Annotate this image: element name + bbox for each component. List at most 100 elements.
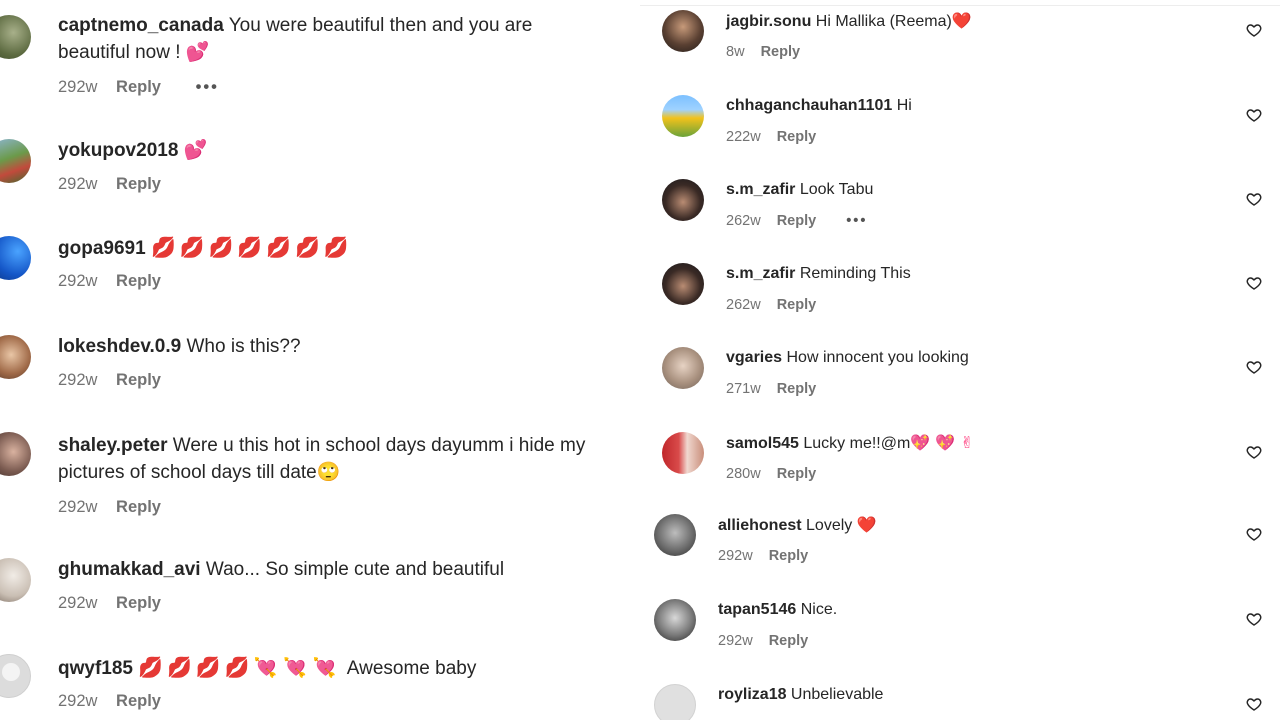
reply-button[interactable]: Reply bbox=[116, 498, 161, 516]
reply-button[interactable]: Reply bbox=[116, 272, 161, 290]
comment-body: vgaries How innocent you looking bbox=[726, 347, 969, 369]
comment-meta: 292w Reply bbox=[58, 498, 161, 517]
comment-body: s.m_zafir Look Tabu bbox=[726, 179, 873, 201]
reply-button[interactable]: Reply bbox=[777, 297, 817, 313]
comment-meta: 292w Reply bbox=[718, 548, 808, 564]
avatar[interactable] bbox=[662, 179, 704, 221]
sparkling-heart-emoji: 💖 💖 ✌ bbox=[910, 433, 974, 452]
comment-item: yokupov2018 💕 292w Reply bbox=[0, 137, 640, 207]
comment-body: qwyf185 💋💋💋💋💘💘💘 Awesome baby bbox=[58, 654, 632, 682]
like-heart-icon[interactable] bbox=[1246, 275, 1262, 291]
comment-text: Look Tabu bbox=[795, 181, 874, 198]
comment-username[interactable]: royliza18 bbox=[718, 686, 786, 703]
comment-timestamp: 292w bbox=[718, 633, 753, 649]
comment-username[interactable]: yokupov2018 bbox=[58, 140, 178, 161]
comment-username[interactable]: samol545 bbox=[726, 435, 799, 452]
avatar[interactable] bbox=[654, 599, 696, 641]
divider bbox=[640, 5, 1280, 6]
reply-button[interactable]: Reply bbox=[116, 692, 161, 710]
reply-button[interactable]: Reply bbox=[116, 594, 161, 612]
comment-username[interactable]: gopa9691 bbox=[58, 238, 146, 259]
comment-timestamp: 271w bbox=[726, 381, 761, 397]
comment-username[interactable]: captnemo_canada bbox=[58, 15, 224, 36]
reply-button[interactable]: Reply bbox=[777, 381, 817, 397]
comment-username[interactable]: jagbir.sonu bbox=[726, 13, 811, 30]
comment-text-continued: pictures of school days till date bbox=[58, 462, 317, 483]
comment-meta: 262w Reply bbox=[726, 297, 816, 313]
comment-username[interactable]: vgaries bbox=[726, 349, 782, 366]
avatar[interactable] bbox=[662, 10, 704, 52]
comment-text: Who is this?? bbox=[181, 336, 301, 357]
comment-username[interactable]: qwyf185 bbox=[58, 658, 133, 679]
avatar[interactable] bbox=[654, 514, 696, 556]
avatar[interactable] bbox=[0, 558, 31, 602]
comment-timestamp: 292w bbox=[58, 78, 98, 96]
comment-meta: 292w Reply bbox=[58, 371, 161, 390]
avatar[interactable] bbox=[0, 236, 31, 280]
avatar[interactable] bbox=[0, 432, 31, 476]
kiss-mark-emoji: 💋💋💋💋💋💋💋 bbox=[150, 235, 353, 259]
comment-username[interactable]: chhaganchauhan1101 bbox=[726, 97, 892, 114]
reply-button[interactable]: Reply bbox=[769, 633, 809, 649]
comment-timestamp: 262w bbox=[726, 213, 761, 229]
comment-username[interactable]: lokeshdev.0.9 bbox=[58, 336, 181, 357]
comment-text: Were u this hot in school days dayumm i … bbox=[167, 435, 586, 456]
reply-button[interactable]: Reply bbox=[769, 548, 809, 564]
comment-timestamp: 292w bbox=[58, 272, 98, 290]
comment-username[interactable]: shaley.peter bbox=[58, 435, 167, 456]
comment-text: Nice. bbox=[796, 601, 838, 618]
like-heart-icon[interactable] bbox=[1246, 444, 1262, 460]
comment-body: royliza18 Unbelievable bbox=[718, 684, 883, 706]
reply-button[interactable]: Reply bbox=[116, 371, 161, 389]
avatar[interactable] bbox=[662, 347, 704, 389]
like-heart-icon[interactable] bbox=[1246, 611, 1262, 627]
kiss-mark-emoji: 💋💋💋💋 bbox=[138, 655, 254, 679]
comment-text: Reminding This bbox=[795, 265, 911, 282]
avatar[interactable] bbox=[0, 15, 31, 59]
like-heart-icon[interactable] bbox=[1246, 22, 1262, 38]
comment-item: qwyf185 💋💋💋💋💘💘💘 Awesome baby 292w Reply bbox=[0, 654, 640, 720]
comment-item: captnemo_canada You were beautiful then … bbox=[0, 12, 640, 112]
like-heart-icon[interactable] bbox=[1246, 526, 1262, 542]
more-options-icon[interactable]: ••• bbox=[846, 213, 867, 229]
like-heart-icon[interactable] bbox=[1246, 359, 1262, 375]
reply-button[interactable]: Reply bbox=[777, 213, 817, 229]
like-heart-icon[interactable] bbox=[1246, 696, 1262, 712]
comment-username[interactable]: alliehonest bbox=[718, 517, 802, 534]
avatar[interactable] bbox=[662, 432, 704, 474]
more-options-icon[interactable]: ••• bbox=[196, 78, 219, 96]
comment-item: samol545 Lucky me!!@m💖 💖 ✌ 280w Reply bbox=[640, 432, 1280, 492]
comment-text: Hi Mallika (Reema) bbox=[811, 13, 952, 30]
reply-button[interactable]: Reply bbox=[777, 466, 817, 482]
comment-body: jagbir.sonu Hi Mallika (Reema)❤️ bbox=[726, 10, 972, 33]
comment-username[interactable]: s.m_zafir bbox=[726, 181, 795, 198]
like-heart-icon[interactable] bbox=[1246, 191, 1262, 207]
reply-button[interactable]: Reply bbox=[116, 78, 161, 96]
avatar[interactable] bbox=[0, 654, 31, 698]
comment-text-continued: beautiful now ! bbox=[58, 42, 186, 63]
comment-username[interactable]: s.m_zafir bbox=[726, 265, 795, 282]
like-heart-icon[interactable] bbox=[1246, 107, 1262, 123]
avatar[interactable] bbox=[662, 95, 704, 137]
avatar[interactable] bbox=[0, 139, 31, 183]
two-hearts-emoji: 💕 bbox=[183, 139, 208, 161]
avatar[interactable] bbox=[654, 684, 696, 720]
reply-button[interactable]: Reply bbox=[761, 44, 801, 60]
comment-text: Awesome baby bbox=[342, 658, 477, 679]
avatar[interactable] bbox=[0, 335, 31, 379]
comment-username[interactable]: ghumakkad_avi bbox=[58, 559, 201, 580]
comment-meta: 271w Reply bbox=[726, 381, 816, 397]
comment-timestamp: 280w bbox=[726, 466, 761, 482]
comment-timestamp: 292w bbox=[58, 175, 98, 193]
comment-username[interactable]: tapan5146 bbox=[718, 601, 796, 618]
comment-body: alliehonest Lovely ❤️ bbox=[718, 514, 877, 537]
comment-timestamp: 262w bbox=[726, 297, 761, 313]
comment-item: s.m_zafir Look Tabu 262w Reply ••• bbox=[640, 179, 1280, 239]
reply-button[interactable]: Reply bbox=[777, 129, 817, 145]
avatar[interactable] bbox=[662, 263, 704, 305]
comment-text: Unbelievable bbox=[786, 686, 884, 703]
red-heart-emoji: ❤️ bbox=[856, 515, 877, 534]
comment-body: chhaganchauhan1101 Hi bbox=[726, 95, 912, 117]
comment-item: alliehonest Lovely ❤️ 292w Reply bbox=[640, 514, 1280, 574]
reply-button[interactable]: Reply bbox=[116, 175, 161, 193]
